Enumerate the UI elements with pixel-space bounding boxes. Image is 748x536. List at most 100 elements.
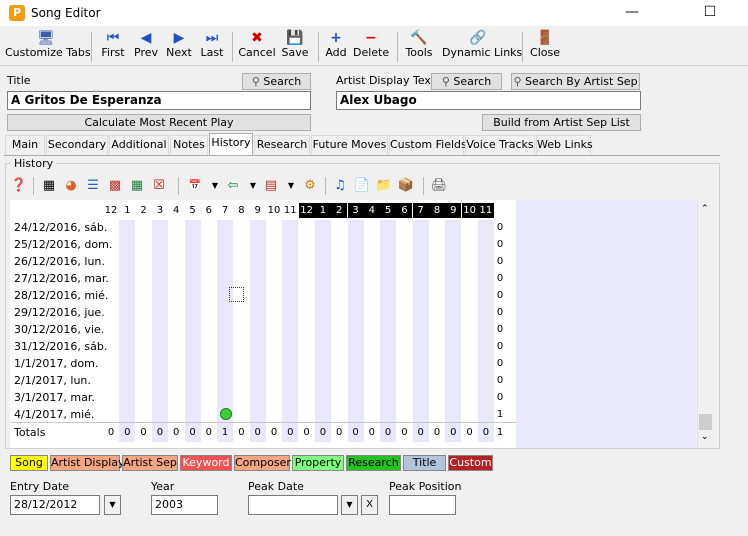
selected-cell[interactable] (229, 287, 244, 302)
tab-voice-tracks[interactable]: Voice Tracks (465, 135, 535, 155)
maximize-icon[interactable]: ☐ (687, 0, 733, 26)
peak-position-input[interactable] (389, 495, 456, 515)
row-total: 0 (496, 375, 504, 386)
close-button[interactable]: 🚪 Close (529, 30, 561, 64)
calendar-icon[interactable]: 📅 (186, 177, 204, 195)
app-icon: P (9, 5, 25, 21)
chevron-down-icon[interactable]: ▼ (206, 177, 224, 195)
title-input[interactable]: A Gritos De Esperanza (7, 91, 311, 110)
history-group-label: History (11, 157, 57, 170)
pie-chart-icon[interactable]: ◕ (62, 177, 80, 195)
document-icon[interactable]: 📄 (353, 177, 371, 195)
hour-total: 0 (189, 427, 196, 438)
printer-icon[interactable]: 🖨 (430, 177, 448, 195)
scroll-thumb[interactable] (699, 414, 712, 430)
tab-notes[interactable]: Notes (170, 135, 208, 155)
grid-empty-area (516, 200, 696, 448)
help-icon[interactable]: ❓ (10, 177, 28, 195)
dynamic-links-button[interactable]: 🔗 Dynamic Links (442, 30, 522, 64)
color-bars-icon[interactable]: ☰ (84, 177, 102, 195)
tab-history[interactable]: History (209, 133, 253, 155)
delete-button[interactable]: − Delete (353, 30, 389, 64)
tab-divider (4, 155, 720, 156)
chevron-down-icon[interactable]: ▼ (341, 495, 358, 515)
last-button[interactable]: ⏭ Last (197, 30, 227, 64)
hour-total: 0 (205, 427, 212, 438)
magnifier-icon: ⚲ (513, 75, 522, 88)
prev-button[interactable]: ◀ Prev (131, 30, 161, 64)
tab-additional[interactable]: Additional (109, 135, 169, 155)
search-by-artist-sep-button[interactable]: ⚲ Search By Artist Sep (511, 73, 640, 90)
chevron-down-icon[interactable]: ▼ (282, 177, 300, 195)
hour-total: 0 (107, 427, 115, 438)
hour-total: 0 (238, 427, 245, 438)
tab-future-moves[interactable]: Future Moves (311, 135, 388, 155)
color-grid-icon[interactable]: ▩ (106, 177, 124, 195)
chevron-down-icon[interactable]: ▼ (244, 177, 262, 195)
next-button[interactable]: ▶ Next (164, 30, 194, 64)
row-total: 0 (496, 324, 504, 335)
tab-main[interactable]: Main (5, 135, 45, 155)
row-date-label: 3/1/2017, mar. (14, 391, 95, 404)
category-title-button[interactable]: Title (403, 455, 446, 471)
tab-secondary[interactable]: Secondary (46, 135, 108, 155)
window-title: Song Editor (31, 6, 101, 20)
clear-peak-date-button[interactable]: X (361, 495, 378, 515)
row-total: 0 (496, 290, 504, 301)
year-input[interactable]: 2003 (151, 495, 218, 515)
folder-icon[interactable]: 📁 (375, 177, 393, 195)
category-artist-sep-button[interactable]: Artist Sep (122, 455, 178, 471)
link-icon: 🔗 (469, 30, 487, 46)
tab-web-links[interactable]: Web Links (536, 135, 593, 155)
cancel-button[interactable]: ✖ Cancel (238, 30, 276, 64)
chevron-down-icon[interactable]: ▼ (104, 495, 121, 515)
package-icon[interactable]: 📦 (397, 177, 415, 195)
category-property-button[interactable]: Property (292, 455, 344, 471)
hour-header: 5 (189, 205, 196, 216)
category-custom-button[interactable]: Custom (448, 455, 493, 471)
category-keyword-button[interactable]: Keyword (180, 455, 232, 471)
tab-research[interactable]: Research (254, 135, 310, 155)
category-composer-button[interactable]: Composer (234, 455, 291, 471)
peak-date-input[interactable] (248, 495, 338, 515)
customize-tabs-button[interactable]: 🖥 Customize Tabs (5, 30, 91, 64)
row-date-label: 31/12/2016, sáb. (14, 340, 108, 353)
scatter-chart-icon[interactable]: ▦ (40, 177, 58, 195)
hour-total: 0 (254, 427, 261, 438)
hour-header: 6 (205, 205, 212, 216)
entry-date-input[interactable]: 28/12/2012 (10, 495, 100, 515)
vertical-scrollbar[interactable]: ⌃ ⌄ (697, 200, 714, 448)
build-from-artist-sep-list-button[interactable]: Build from Artist Sep List (482, 114, 641, 131)
add-button[interactable]: + Add (323, 30, 349, 64)
artist-input[interactable]: Alex Ubago (336, 91, 641, 110)
hour-header: 2 (140, 205, 147, 216)
music-note-icon[interactable]: ♫ (331, 177, 349, 195)
import-icon[interactable]: ⇦ (224, 177, 242, 195)
first-button[interactable]: ⏮ First (98, 30, 128, 64)
calculate-most-recent-play-button[interactable]: Calculate Most Recent Play (7, 114, 311, 131)
save-button[interactable]: 💾 Save (280, 30, 310, 64)
clear-grid-icon[interactable]: ☒ (150, 177, 168, 195)
row-total: 1 (496, 409, 504, 420)
tools-button[interactable]: 🔨 Tools (403, 30, 435, 64)
scroll-down-icon[interactable]: ⌄ (701, 432, 709, 442)
plus-icon: + (330, 30, 342, 46)
category-research-button[interactable]: Research (346, 455, 401, 471)
color-scheme-icon[interactable]: ▤ (262, 177, 280, 195)
tab-custom-fields[interactable]: Custom Fields (389, 135, 467, 155)
play-marker[interactable] (220, 408, 233, 420)
scroll-up-icon[interactable]: ⌃ (701, 204, 709, 214)
row-date-label: 1/1/2017, dom. (14, 357, 99, 370)
history-grid[interactable]: 12 1 2 3 4 5 6 7 8 9 10 11 12 1 2 3 4 5 6 7 8 9 10 11 24/12/2016… (10, 200, 696, 448)
minimize-icon[interactable]: — (609, 0, 655, 26)
hour-total: 0 (303, 427, 310, 438)
settings-gear-icon[interactable]: ⚙ (301, 177, 319, 195)
title-search-button[interactable]: ⚲ Search (242, 73, 311, 90)
table-icon[interactable]: ▦ (128, 177, 146, 195)
hour-total: 0 (270, 427, 278, 438)
category-song-button[interactable]: Song (10, 455, 48, 471)
row-total: 0 (496, 222, 504, 233)
category-artist-display-button[interactable]: Artist Display (50, 455, 125, 471)
artist-search-button[interactable]: ⚲ Search (431, 73, 502, 90)
row-total: 0 (496, 392, 504, 403)
